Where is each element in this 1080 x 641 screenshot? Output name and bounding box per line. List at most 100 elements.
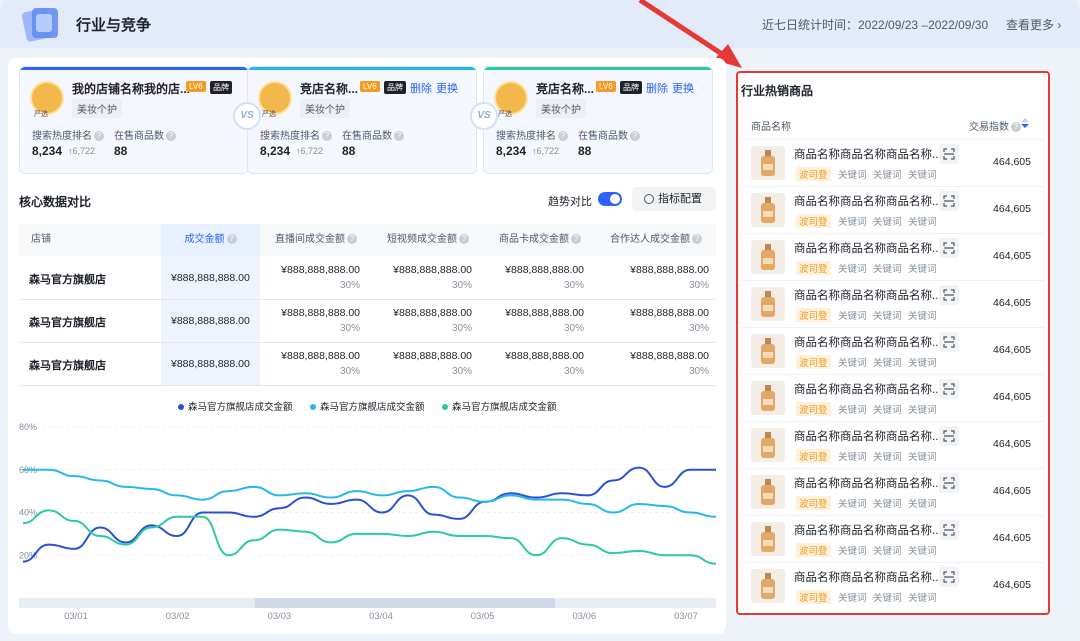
- table-cell-percent: 30%: [563, 280, 584, 291]
- scan-icon-glyph: [943, 430, 955, 442]
- scan-icon[interactable]: [939, 379, 959, 399]
- help-icon[interactable]: ?: [571, 234, 581, 245]
- avatar-sub-label: 严选: [34, 111, 48, 118]
- legend-item[interactable]: 森马官方旗舰店成交金额: [310, 399, 425, 413]
- rank-value: 8,234: [496, 144, 527, 158]
- perfume-bottle-icon: [761, 573, 775, 599]
- series-line[interactable]: [23, 468, 716, 518]
- hot-product-row[interactable]: 商品名称商品名称商品名称... 波司登 关键词 关键词 关键词 464,605: [741, 374, 1044, 421]
- product-name: 商品名称商品名称商品名称...: [794, 478, 942, 490]
- rank-delta: ↑6,722: [296, 146, 323, 156]
- hot-product-row[interactable]: 商品名称商品名称商品名称... 波司登 关键词 关键词 关键词 464,605: [741, 280, 1044, 327]
- th-kol-gmv[interactable]: 合作达人成交金额?: [596, 224, 716, 256]
- hot-product-row[interactable]: 商品名称商品名称商品名称... 波司登 关键词 关键词 关键词 464,605: [741, 233, 1044, 280]
- scan-icon[interactable]: [939, 567, 959, 587]
- product-name: 商品名称商品名称商品名称...: [794, 525, 942, 537]
- hot-product-row[interactable]: 商品名称商品名称商品名称... 波司登 关键词 关键词 关键词 464,605: [741, 468, 1044, 515]
- col-trade-index[interactable]: 交易指数?: [969, 118, 1021, 133]
- brand-badge: 品牌: [384, 81, 406, 94]
- scan-icon[interactable]: [939, 426, 959, 446]
- hot-product-row[interactable]: 商品名称商品名称商品名称... 波司登 关键词 关键词 关键词 464,605: [741, 186, 1044, 233]
- y-tick-label: 80%: [19, 422, 37, 432]
- scan-icon[interactable]: [939, 144, 959, 164]
- th-video-gmv[interactable]: 短视频成交金额?: [372, 224, 484, 256]
- scan-icon[interactable]: [939, 285, 959, 305]
- avatar-sub-label: 严选: [262, 111, 276, 118]
- product-brand-tag: 波司登: [796, 261, 831, 275]
- hot-product-row[interactable]: 商品名称商品名称商品名称... 波司登 关键词 关键词 关键词 464,605: [741, 515, 1044, 562]
- product-keyword: 关键词: [908, 499, 937, 510]
- th-gmv[interactable]: 成交金额?: [161, 224, 260, 256]
- change-competitor-button[interactable]: 更换: [672, 80, 694, 96]
- metric-config-button[interactable]: 指标配置: [632, 187, 716, 211]
- table-store-name: 森马官方旗舰店: [29, 274, 106, 286]
- perfume-bottle-icon: [761, 291, 775, 317]
- table-cell-value: ¥888,888,888.00: [630, 307, 709, 319]
- scan-icon[interactable]: [939, 473, 959, 493]
- legend-dot: [178, 404, 184, 411]
- series-line[interactable]: [22, 509, 716, 565]
- x-tick-label: 03/02: [166, 611, 190, 622]
- delete-competitor-button[interactable]: 删除: [410, 80, 432, 96]
- x-tick-label: 03/07: [674, 611, 698, 622]
- product-name: 商品名称商品名称商品名称...: [794, 431, 942, 443]
- trade-index-value: 464,605: [993, 438, 1031, 450]
- delete-competitor-button[interactable]: 删除: [646, 80, 668, 96]
- series-line[interactable]: [22, 466, 716, 563]
- product-brand-tag: 波司登: [796, 590, 831, 604]
- table-gmv-value: ¥888,888,888.00: [171, 272, 250, 284]
- help-icon[interactable]: ?: [692, 234, 702, 245]
- help-icon[interactable]: ?: [94, 131, 104, 142]
- hot-product-row[interactable]: 商品名称商品名称商品名称... 波司登 关键词 关键词 关键词 464,605: [741, 139, 1044, 186]
- card-accent-bar: [20, 67, 248, 70]
- legend-item[interactable]: 森马官方旗舰店成交金额: [178, 399, 293, 413]
- help-icon[interactable]: ?: [347, 234, 357, 245]
- rank-label-text: 搜索热度排名: [32, 131, 92, 142]
- product-keyword: 关键词: [838, 499, 867, 510]
- th-card-gmv[interactable]: 商品卡成交金额?: [484, 224, 596, 256]
- help-icon[interactable]: ?: [630, 131, 640, 142]
- core-data-title: 核心数据对比: [19, 195, 92, 209]
- store-name: 竞店名称...: [300, 82, 359, 96]
- rank-delta: ↑6,722: [532, 146, 559, 156]
- scan-icon[interactable]: [939, 332, 959, 352]
- product-keyword: 关键词: [873, 593, 902, 604]
- hot-product-row[interactable]: 商品名称商品名称商品名称... 波司登 关键词 关键词 关键词 464,605: [741, 327, 1044, 374]
- legend-item[interactable]: 森马官方旗舰店成交金额: [442, 399, 557, 413]
- th-live-gmv[interactable]: 直播间成交金额?: [260, 224, 372, 256]
- view-more-link[interactable]: 查看更多 ›: [1006, 16, 1061, 33]
- settings-icon: [644, 194, 654, 205]
- hot-product-row[interactable]: 商品名称商品名称商品名称... 波司登 关键词 关键词 关键词 464,605: [741, 562, 1044, 609]
- scan-icon[interactable]: [939, 520, 959, 540]
- help-icon[interactable]: ?: [459, 234, 469, 245]
- sort-icon[interactable]: [1021, 118, 1029, 128]
- scan-icon-glyph: [943, 477, 955, 489]
- product-keyword: 关键词: [838, 593, 867, 604]
- legend-label: 森马官方旗舰店成交金额: [188, 402, 293, 413]
- help-icon[interactable]: ?: [558, 131, 568, 142]
- table-cell-value: ¥888,888,888.00: [281, 350, 360, 362]
- trend-line-chart: 80%60%40%20%03/01 03/02 03/03 03/04 03/05 03/…: [19, 422, 716, 622]
- th-kol-gmv-label: 合作达人成交金额: [610, 234, 690, 245]
- perfume-bottle-icon: [761, 385, 775, 411]
- trend-compare-toggle[interactable]: [598, 192, 622, 206]
- goods-label: 在售商品数?: [114, 127, 176, 142]
- help-icon[interactable]: ?: [1011, 122, 1021, 133]
- table-cell-value: ¥888,888,888.00: [630, 350, 709, 362]
- x-tick-label: 03/03: [267, 611, 291, 622]
- row-divider: [19, 299, 716, 300]
- hot-product-row[interactable]: 商品名称商品名称商品名称... 波司登 关键词 关键词 关键词 464,605: [741, 421, 1044, 468]
- goods-label-text: 在售商品数: [114, 131, 164, 142]
- change-competitor-button[interactable]: 更换: [436, 80, 458, 96]
- help-icon[interactable]: ?: [166, 131, 176, 142]
- product-keyword: 关键词: [908, 170, 937, 181]
- level-badge: LV6: [596, 81, 616, 92]
- scan-icon[interactable]: [939, 238, 959, 258]
- rank-label-text: 搜索热度排名: [260, 131, 320, 142]
- help-icon[interactable]: ?: [226, 234, 237, 245]
- help-icon[interactable]: ?: [322, 131, 332, 142]
- scan-icon[interactable]: [939, 191, 959, 211]
- help-icon[interactable]: ?: [394, 131, 404, 142]
- zoom-slider-window[interactable]: [255, 598, 555, 608]
- table-gmv-value: ¥888,888,888.00: [171, 358, 250, 370]
